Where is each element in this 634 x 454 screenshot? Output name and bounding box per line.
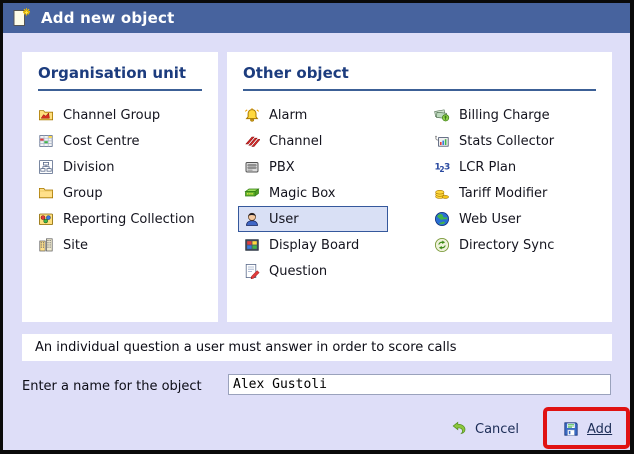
add-button[interactable]: Add xyxy=(563,418,612,440)
list-item-label: Channel xyxy=(269,133,323,149)
svg-text:3: 3 xyxy=(444,163,450,173)
new-object-icon xyxy=(10,7,32,29)
list-item[interactable]: Site xyxy=(32,232,212,258)
user-icon xyxy=(244,211,260,227)
list-item-label: Stats Collector xyxy=(459,133,555,149)
other-object-list-col2: Billing Charge Stats Collector 1 2 3 LCR Plan… xyxy=(428,102,612,284)
dialog-title: Add new object xyxy=(41,9,175,27)
other-object-columns: Alarm Channel PBX Magic Box User Display Boar… xyxy=(238,91,612,284)
org-chart-icon xyxy=(38,159,54,175)
stats-icon xyxy=(434,133,450,149)
billing-icon xyxy=(434,107,450,123)
cancel-button-label: Cancel xyxy=(475,421,520,437)
buildings-icon xyxy=(38,237,54,253)
list-item-label: Directory Sync xyxy=(459,237,555,253)
object-description-bar: An individual question a user must answe… xyxy=(22,334,612,361)
list-item-selected[interactable]: User xyxy=(238,206,388,232)
list-item-label: LCR Plan xyxy=(459,159,517,175)
list-item-label: Alarm xyxy=(269,107,308,123)
list-item-label: Web User xyxy=(459,211,522,227)
list-item[interactable]: 1 2 3 LCR Plan xyxy=(428,154,612,180)
list-item-label: Question xyxy=(269,263,328,279)
save-icon xyxy=(563,421,579,437)
coins-icon xyxy=(434,185,450,201)
list-item[interactable]: Directory Sync xyxy=(428,232,612,258)
display-board-icon xyxy=(244,237,260,253)
list-item[interactable]: Tariff Modifier xyxy=(428,180,612,206)
add-button-label: Add xyxy=(587,421,613,437)
screenshot-frame: Add new object Organisation unit Channel… xyxy=(0,0,634,454)
dialog-titlebar: Add new object xyxy=(3,3,630,33)
magic-box-icon xyxy=(244,185,260,201)
bell-icon xyxy=(244,107,260,123)
list-item[interactable]: Display Board xyxy=(238,232,388,258)
other-object-list-col1: Alarm Channel PBX Magic Box User Display Boar… xyxy=(238,102,428,284)
list-item-label: Cost Centre xyxy=(63,133,140,149)
other-object-panel: Other object Alarm Channel PBX Magic Box Use… xyxy=(227,52,612,322)
question-pencil-icon xyxy=(244,263,260,279)
heading-rule xyxy=(38,89,202,91)
other-object-heading: Other object xyxy=(243,64,349,82)
name-prompt-label: Enter a name for the object xyxy=(22,379,202,394)
pbx-icon xyxy=(244,159,260,175)
list-item-label: PBX xyxy=(269,159,295,175)
list-item[interactable]: Channel xyxy=(238,128,388,154)
list-item[interactable]: Magic Box xyxy=(238,180,388,206)
collection-icon xyxy=(38,211,54,227)
cost-grid-icon xyxy=(38,133,54,149)
list-item[interactable]: Stats Collector xyxy=(428,128,612,154)
list-item[interactable]: Reporting Collection xyxy=(32,206,212,232)
channel-stripes-icon xyxy=(244,133,260,149)
list-item-label: Channel Group xyxy=(63,107,161,123)
list-item-label: Tariff Modifier xyxy=(459,185,548,201)
list-item-label: Display Board xyxy=(269,237,360,253)
list-item[interactable]: PBX xyxy=(238,154,388,180)
list-item[interactable]: Group xyxy=(32,180,212,206)
folder-chart-icon xyxy=(38,107,54,123)
list-item[interactable]: Alarm xyxy=(238,102,388,128)
list-item-label: Site xyxy=(63,237,88,253)
list-item-label: User xyxy=(269,211,299,227)
list-item-label: Group xyxy=(63,185,103,201)
organisation-unit-list: Channel Group Cost Centre Division Group Rep… xyxy=(32,102,212,258)
add-new-object-dialog: Add new object Organisation unit Channel… xyxy=(3,3,630,450)
list-item[interactable]: Billing Charge xyxy=(428,102,612,128)
folder-icon xyxy=(38,185,54,201)
sync-icon xyxy=(434,237,450,253)
object-name-input[interactable] xyxy=(228,374,611,395)
list-item[interactable]: Web User xyxy=(428,206,612,232)
list-item[interactable]: Division xyxy=(32,154,212,180)
list-item[interactable]: Channel Group xyxy=(32,102,212,128)
list-item[interactable]: Question xyxy=(238,258,388,284)
cancel-button[interactable]: Cancel xyxy=(451,418,519,440)
undo-icon xyxy=(451,421,467,437)
list-item-label: Reporting Collection xyxy=(63,211,195,227)
list-item[interactable]: Cost Centre xyxy=(32,128,212,154)
globe-icon xyxy=(434,211,450,227)
numbers-123-icon: 123 xyxy=(434,159,451,175)
list-item-label: Billing Charge xyxy=(459,107,550,123)
organisation-unit-panel: Organisation unit Channel Group Cost Cent… xyxy=(22,52,218,322)
list-item-label: Magic Box xyxy=(269,185,336,201)
list-item-label: Division xyxy=(63,159,115,175)
organisation-unit-heading: Organisation unit xyxy=(38,64,187,82)
